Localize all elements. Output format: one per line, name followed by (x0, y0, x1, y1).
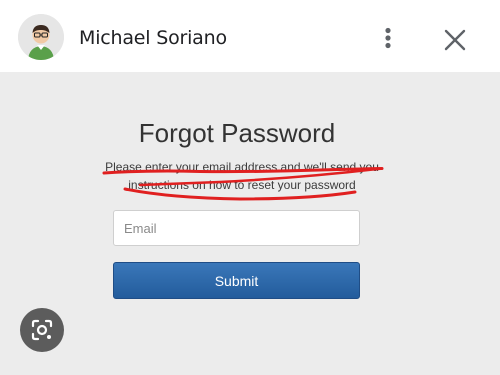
close-icon[interactable] (443, 28, 467, 52)
instructions-line-2: instructions on how to reset your passwo… (128, 178, 356, 192)
avatar-image (18, 14, 64, 60)
avatar[interactable] (18, 14, 64, 60)
instructions-text: Please enter your email address and we'l… (92, 158, 392, 194)
contact-name: Michael Soriano (79, 27, 227, 49)
instructions-line-1: Please enter your email address and we'l… (105, 160, 379, 174)
top-bar: Michael Soriano (0, 0, 500, 72)
more-vert-icon[interactable] (376, 26, 400, 50)
lens-search-button[interactable] (20, 308, 64, 352)
page-title: Forgot Password (138, 118, 336, 148)
submit-button[interactable]: Submit (113, 262, 360, 299)
lens-search-icon (31, 319, 53, 341)
email-field[interactable] (113, 210, 360, 246)
